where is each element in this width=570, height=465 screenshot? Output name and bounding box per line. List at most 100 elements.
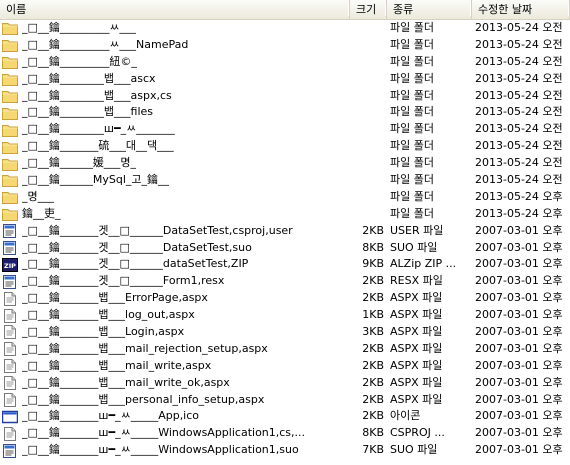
file-name-cell[interactable]: _□__鑰________뱁___files xyxy=(0,104,350,121)
file-name-cell[interactable]: _명___ xyxy=(0,189,350,206)
file-name: _□__鑰_______ш━_ㅆ_____WindowsApplication1… xyxy=(22,443,299,457)
column-header-size[interactable]: 크기 xyxy=(350,0,387,19)
file-name-cell[interactable]: _□__鑰________뱁___aspx,cs xyxy=(0,88,350,105)
file-row[interactable]: _□__鑰_______뱁___Login,aspx 3KB ASPX 파일 2007… xyxy=(0,324,570,341)
file-name-cell[interactable]: _□__鑰_______겟__□______Form1,resx xyxy=(0,273,350,290)
folder-icon xyxy=(2,190,18,205)
file-name: _□__鑰_______뱁___mail_rejection_setup,asp… xyxy=(22,341,268,355)
file-name-cell[interactable]: _□__鑰_______硫___대__댁___ xyxy=(0,138,350,155)
file-row[interactable]: _□__鑰________ш━_ㅆ_______ 파일 폴더 2013-05-24 … xyxy=(0,121,570,138)
file-name-cell[interactable]: _□__鑰_______뱁___Login,aspx xyxy=(0,324,350,341)
file-modified-date: 2007-03-01 오후 xyxy=(475,291,563,305)
file-name-cell[interactable]: _□__鑰_______겟__□______DataSetTest,csproj… xyxy=(0,223,350,240)
file-row[interactable]: _□__鑰_________紐©_ 파일 폴더 2013-05-24 오전 xyxy=(0,54,570,71)
file-row[interactable]: _□__鑰________뱁___files 파일 폴더 2013-05-24 오전 xyxy=(0,104,570,121)
file-name: _명___ xyxy=(22,189,55,203)
file-name-cell[interactable]: _□__鑰______MySql_고_鑰__ xyxy=(0,172,350,189)
column-header-name[interactable]: 이름 xyxy=(0,0,350,19)
file-row[interactable]: _□__鑰_______뱁___mail_write_ok,aspx 2KB ASP… xyxy=(0,375,570,392)
file-row[interactable]: _□__鑰_______뱁___mail_write,aspx 2KB ASPX 파… xyxy=(0,358,570,375)
file-name-cell[interactable]: _□__鑰________ш━_ㅆ_______ xyxy=(0,121,350,138)
file-size xyxy=(350,206,387,223)
file-row[interactable]: _□__鑰_______뱁___ErrorPage,aspx 2KB ASPX 파일… xyxy=(0,290,570,307)
file-type: 파일 폴더 xyxy=(390,139,434,153)
file-type: CSPROJ ... xyxy=(390,426,445,440)
file-name: 鑰__吏_ xyxy=(22,206,61,220)
file-modified-date: 2007-03-01 오후 xyxy=(475,257,563,271)
file-name-cell[interactable]: ZIP _□__鑰_______겟__□______dataSetTest,ZIP xyxy=(0,256,350,273)
file-name-cell[interactable]: _□__鑰_______뱁___log_out,aspx xyxy=(0,307,350,324)
file-name-cell[interactable]: 鑰__吏_ xyxy=(0,206,350,223)
file-row[interactable]: _□__鑰_______겟__□______DataSetTest,suo 8KB… xyxy=(0,240,570,257)
file-name: _□__鑰_______뱁___personal_info_setup,aspx xyxy=(22,392,265,406)
file-row[interactable]: _□__鑰_______ш━_ㅆ_____App,ico 2KB 아이콘 2007-0… xyxy=(0,408,570,425)
file-name-cell[interactable]: _□__鑰_______ш━_ㅆ_____App,ico xyxy=(0,408,350,425)
file-row[interactable]: ZIP _□__鑰_______겟__□______dataSetTest,ZIP… xyxy=(0,256,570,273)
file-name: _□__鑰_______뱁___mail_write,aspx xyxy=(22,358,212,372)
file-row[interactable]: _□__鑰_______겟__□______Form1,resx 2KB RESX … xyxy=(0,273,570,290)
file-type: ALZip ZIP ... xyxy=(390,257,457,271)
file-type: USER 파일 xyxy=(390,223,444,237)
file-list: _□__鑰_________ㅆ___ 파일 폴더 2013-05-24 오전 _□__… xyxy=(0,20,570,459)
file-modified-date: 2013-05-24 오전 xyxy=(475,139,563,153)
column-header-type[interactable]: 종류 xyxy=(387,0,472,19)
file-size: 2KB xyxy=(362,358,384,372)
file-name: _□__鑰________뱁___aspx,cs xyxy=(22,88,172,102)
file-name-cell[interactable]: _□__鑰_______뱁___ErrorPage,aspx xyxy=(0,290,350,307)
file-name-cell[interactable]: _□__鑰_______ш━_ㅆ_____WindowsApplication1… xyxy=(0,425,350,442)
file-name-cell[interactable]: _□__鑰_______뱁___mail_rejection_setup,asp… xyxy=(0,341,350,358)
file-type: ASPX 파일 xyxy=(390,325,443,339)
file-modified-date: 2013-05-24 오전 xyxy=(475,21,563,34)
file-name: _□__鑰_______뱁___Login,aspx xyxy=(22,325,185,339)
file-type: ASPX 파일 xyxy=(390,375,443,389)
file-name-cell[interactable]: _□__鑰_________ㅆ___NamePad xyxy=(0,37,350,54)
file-name: _□__鑰_________ㅆ___NamePad xyxy=(22,37,189,51)
file-row[interactable]: _□__鑰_______ш━_ㅆ_____WindowsApplication1… xyxy=(0,442,570,459)
file-type: 파일 폴더 xyxy=(390,21,434,34)
file-name-cell[interactable]: _□__鑰_______뱁___mail_write,aspx xyxy=(0,358,350,375)
aspx-file-icon xyxy=(2,291,18,306)
user-file-icon xyxy=(2,224,18,239)
file-row[interactable]: _□__鑰_________ㅆ___ 파일 폴더 2013-05-24 오전 xyxy=(0,20,570,37)
file-row[interactable]: _□__鑰_______겟__□______DataSetTest,csproj… xyxy=(0,223,570,240)
file-name: _□__鑰_________紐©_ xyxy=(22,54,137,68)
file-type: 파일 폴더 xyxy=(390,122,434,136)
file-row[interactable]: _□__鑰_______ш━_ㅆ_____WindowsApplication1… xyxy=(0,425,570,442)
file-name-cell[interactable]: _□__鑰_______뱁___mail_write_ok,aspx xyxy=(0,375,350,392)
folder-icon xyxy=(2,38,18,53)
column-header-bar: 이름 크기 종류 수정한 날짜 xyxy=(0,0,570,20)
file-modified-date: 2013-05-24 오전 xyxy=(475,173,563,187)
file-row[interactable]: _명___ 파일 폴더 2013-05-24 오후 xyxy=(0,189,570,206)
file-row[interactable]: _□__鑰______媛___명_ 파일 폴더 2013-05-24 오전 xyxy=(0,155,570,172)
file-name-cell[interactable]: _□__鑰_________紐©_ xyxy=(0,54,350,71)
file-row[interactable]: _□__鑰_______뱁___mail_rejection_setup,asp… xyxy=(0,341,570,358)
file-row[interactable]: _□__鑰_______뱁___log_out,aspx 1KB ASPX 파일 20… xyxy=(0,307,570,324)
file-name-cell[interactable]: _□__鑰_________ㅆ___ xyxy=(0,20,350,37)
file-row[interactable]: _□__鑰_______뱁___personal_info_setup,aspx… xyxy=(0,392,570,409)
file-row[interactable]: 鑰__吏_ 파일 폴더 2013-05-24 오후 xyxy=(0,206,570,223)
file-modified-date: 2007-03-01 오후 xyxy=(475,409,563,423)
file-row[interactable]: _□__鑰_________ㅆ___NamePad 파일 폴더 2013-05-24… xyxy=(0,37,570,54)
file-row[interactable]: _□__鑰_______硫___대__댁___ 파일 폴더 2013-05-24 오… xyxy=(0,138,570,155)
file-name: _□__鑰_______뱁___ErrorPage,aspx xyxy=(22,291,208,305)
file-modified-date: 2007-03-01 오후 xyxy=(475,274,563,288)
folder-icon xyxy=(2,106,18,120)
file-name: _□__鑰_______겟__□______DataSetTest,suo xyxy=(22,240,252,254)
aspx-file-icon xyxy=(2,342,18,357)
file-row[interactable]: _□__鑰________뱁___aspx,cs 파일 폴더 2013-05-24 … xyxy=(0,88,570,105)
file-row[interactable]: _□__鑰______MySql_고_鑰__ 파일 폴더 2013-05-24 오전 xyxy=(0,172,570,189)
file-row[interactable]: _□__鑰________뱁___ascx 파일 폴더 2013-05-24 오전 xyxy=(0,71,570,88)
file-name-cell[interactable]: _□__鑰_______ш━_ㅆ_____WindowsApplication1… xyxy=(0,442,350,459)
file-name-cell[interactable]: _□__鑰______媛___명_ xyxy=(0,155,350,172)
file-name-cell[interactable]: _□__鑰_______겟__□______DataSetTest,suo xyxy=(0,240,350,257)
file-modified-date: 2013-05-24 오전 xyxy=(475,88,563,102)
file-name: _□__鑰________ш━_ㅆ_______ xyxy=(22,122,175,136)
file-modified-date: 2013-05-24 오전 xyxy=(475,54,563,68)
file-type: 파일 폴더 xyxy=(390,156,434,170)
file-name: _□__鑰_________ㅆ___ xyxy=(22,21,137,34)
file-name-cell[interactable]: _□__鑰________뱁___ascx xyxy=(0,71,350,88)
file-modified-date: 2007-03-01 오후 xyxy=(475,223,563,237)
column-header-modified[interactable]: 수정한 날짜 xyxy=(472,0,570,19)
file-type: ASPX 파일 xyxy=(390,392,443,406)
file-name-cell[interactable]: _□__鑰_______뱁___personal_info_setup,aspx xyxy=(0,392,350,409)
